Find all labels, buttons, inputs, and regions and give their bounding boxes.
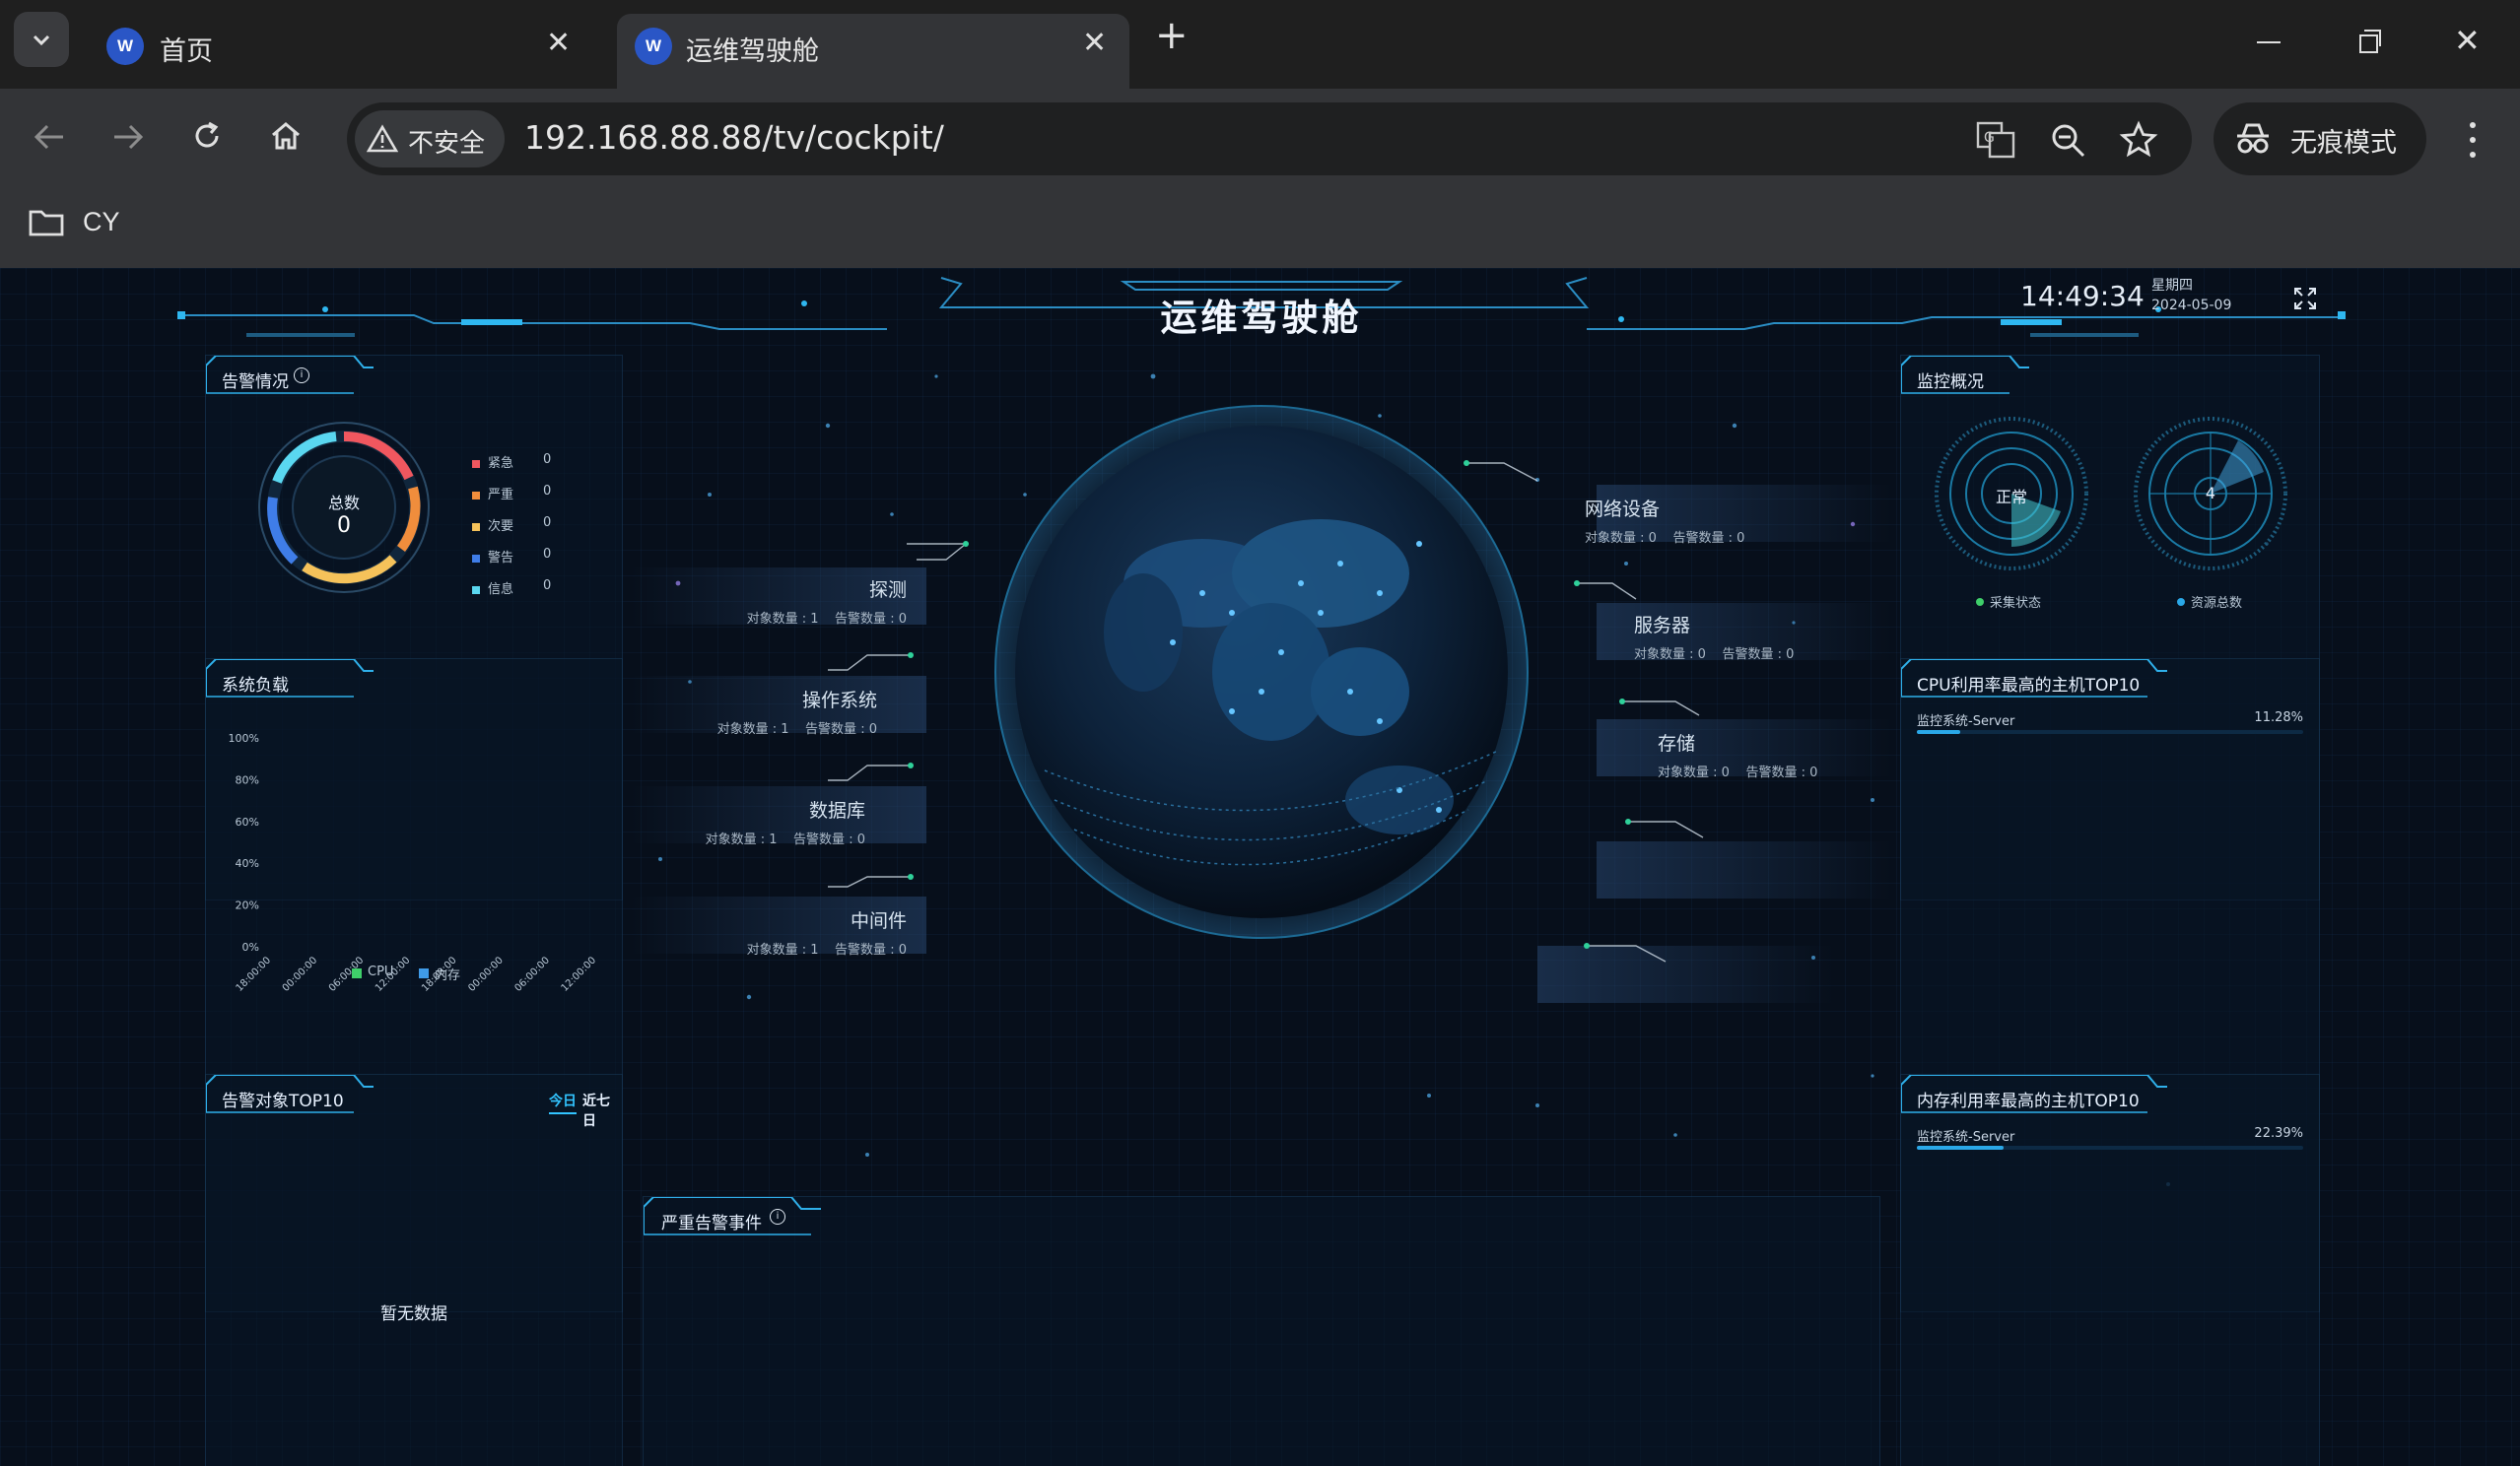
status-value: 正常 bbox=[1995, 488, 2027, 506]
star-icon[interactable] bbox=[2119, 120, 2158, 160]
category-name: 存储 bbox=[1658, 733, 1696, 755]
resource-value: 4 bbox=[2205, 484, 2216, 502]
category-name: 探测 bbox=[868, 579, 907, 601]
panel-title: 内存利用率最高的主机TOP10 bbox=[1917, 1092, 2140, 1111]
status-dot bbox=[1976, 598, 1984, 606]
security-chip[interactable]: 不安全 bbox=[355, 110, 505, 167]
tab-search-button[interactable] bbox=[14, 12, 69, 67]
svg-text:G: G bbox=[1984, 130, 1995, 146]
home-icon[interactable] bbox=[268, 118, 304, 154]
host-percent: 11.28% bbox=[2254, 710, 2303, 725]
panel-title: CPU利用率最高的主机TOP10 bbox=[1917, 676, 2141, 696]
resource-label: 资源总数 bbox=[2191, 596, 2243, 611]
usage-bar bbox=[1917, 1146, 2004, 1150]
tab-title: 首页 bbox=[160, 36, 213, 67]
panel-title: 监控概况 bbox=[1917, 372, 1984, 392]
bookmarks-bar: CY bbox=[0, 179, 2520, 268]
host-row[interactable]: 监控系统-Server 22.39% bbox=[1917, 1126, 2303, 1156]
folder-icon bbox=[29, 210, 64, 236]
incognito-chip[interactable]: 无痕模式 bbox=[2214, 102, 2426, 175]
category-network[interactable]: 网络设备 对象数量 : 0 告警数量 : 0 bbox=[1585, 495, 1841, 546]
url-text[interactable]: 192.168.88.88/tv/cockpit/ bbox=[524, 118, 944, 157]
zoom-out-icon[interactable] bbox=[2050, 122, 2087, 160]
bookmark-label: CY bbox=[83, 207, 120, 236]
tab-cockpit[interactable]: W 运维驾驶舱 ✕ bbox=[617, 14, 1129, 89]
resource-dot bbox=[2177, 598, 2185, 606]
site-logo-icon: W bbox=[106, 28, 144, 65]
back-icon[interactable] bbox=[30, 122, 69, 152]
forward-icon[interactable] bbox=[108, 122, 148, 152]
menu-kebab-icon[interactable] bbox=[2468, 122, 2478, 158]
category-stats: 对象数量 : 1 告警数量 : 0 bbox=[746, 612, 907, 627]
tab-title: 运维驾驶舱 bbox=[686, 36, 819, 67]
translate-icon[interactable]: G bbox=[1975, 120, 2016, 160]
category-database[interactable]: 数据库 对象数量 : 1 告警数量 : 0 bbox=[631, 796, 865, 847]
category-stats: 对象数量 : 1 告警数量 : 0 bbox=[705, 833, 865, 847]
minimize-button[interactable] bbox=[2257, 41, 2281, 43]
new-tab-button[interactable]: + bbox=[1155, 16, 1189, 55]
security-label: 不安全 bbox=[408, 129, 486, 159]
reload-icon[interactable] bbox=[189, 118, 225, 154]
restore-button[interactable] bbox=[2359, 30, 2381, 53]
close-icon[interactable]: ✕ bbox=[1082, 26, 1107, 60]
bookmark-folder[interactable]: CY bbox=[28, 201, 136, 246]
usage-bar bbox=[1917, 730, 1961, 734]
info-icon[interactable]: i bbox=[770, 1209, 785, 1225]
close-icon[interactable]: ✕ bbox=[546, 26, 571, 60]
incognito-icon bbox=[2237, 123, 2269, 154]
category-storage[interactable]: 存储 对象数量 : 0 告警数量 : 0 bbox=[1658, 729, 1914, 780]
tab-strip: W 首页 ✕ W 运维驾驶舱 ✕ + ✕ bbox=[0, 0, 2520, 89]
category-stats: 对象数量 : 1 告警数量 : 0 bbox=[746, 943, 907, 958]
category-stats: 对象数量 : 1 告警数量 : 0 bbox=[716, 722, 877, 737]
category-name: 数据库 bbox=[808, 800, 865, 822]
category-name: 操作系统 bbox=[801, 690, 877, 711]
cockpit-page: 运维驾驶舱 14:49:34 星期四 2024-05-09 告警情况 i 总数 … bbox=[0, 268, 2520, 1466]
mem-top10-panel: 内存利用率最高的主机TOP10 监控系统-Server 22.39% bbox=[1900, 1074, 2320, 1466]
close-window-button[interactable]: ✕ bbox=[2454, 22, 2481, 59]
host-row[interactable]: 监控系统-Server 11.28% bbox=[1917, 710, 2303, 740]
category-probe[interactable]: 探测 对象数量 : 1 告警数量 : 0 bbox=[670, 575, 907, 627]
category-stats: 对象数量 : 0 告警数量 : 0 bbox=[1585, 531, 1745, 546]
host-name: 监控系统-Server bbox=[1917, 1130, 2015, 1145]
category-middleware[interactable]: 中间件 对象数量 : 1 告警数量 : 0 bbox=[670, 906, 907, 958]
usage-track bbox=[1917, 730, 2303, 734]
category-name: 中间件 bbox=[850, 910, 907, 932]
category-stats: 对象数量 : 0 告警数量 : 0 bbox=[1658, 766, 1818, 780]
category-name: 网络设备 bbox=[1585, 499, 1661, 520]
category-os[interactable]: 操作系统 对象数量 : 1 告警数量 : 0 bbox=[631, 686, 877, 737]
status-label: 采集状态 bbox=[1990, 596, 2042, 611]
tab-home[interactable]: W 首页 ✕ bbox=[87, 14, 599, 89]
host-name: 监控系统-Server bbox=[1917, 714, 2015, 729]
category-name: 服务器 bbox=[1634, 615, 1691, 636]
category-stats: 对象数量 : 0 告警数量 : 0 bbox=[1634, 647, 1795, 662]
category-server[interactable]: 服务器 对象数量 : 0 告警数量 : 0 bbox=[1634, 611, 1890, 662]
host-percent: 22.39% bbox=[2254, 1126, 2303, 1141]
warning-icon bbox=[367, 124, 398, 153]
severe-events-panel: 严重告警事件 i bbox=[643, 1196, 1880, 1466]
chevron-down-icon bbox=[33, 34, 50, 46]
panel-title: 严重告警事件 bbox=[661, 1214, 762, 1233]
site-logo-icon: W bbox=[635, 28, 672, 65]
incognito-label: 无痕模式 bbox=[2290, 128, 2397, 159]
